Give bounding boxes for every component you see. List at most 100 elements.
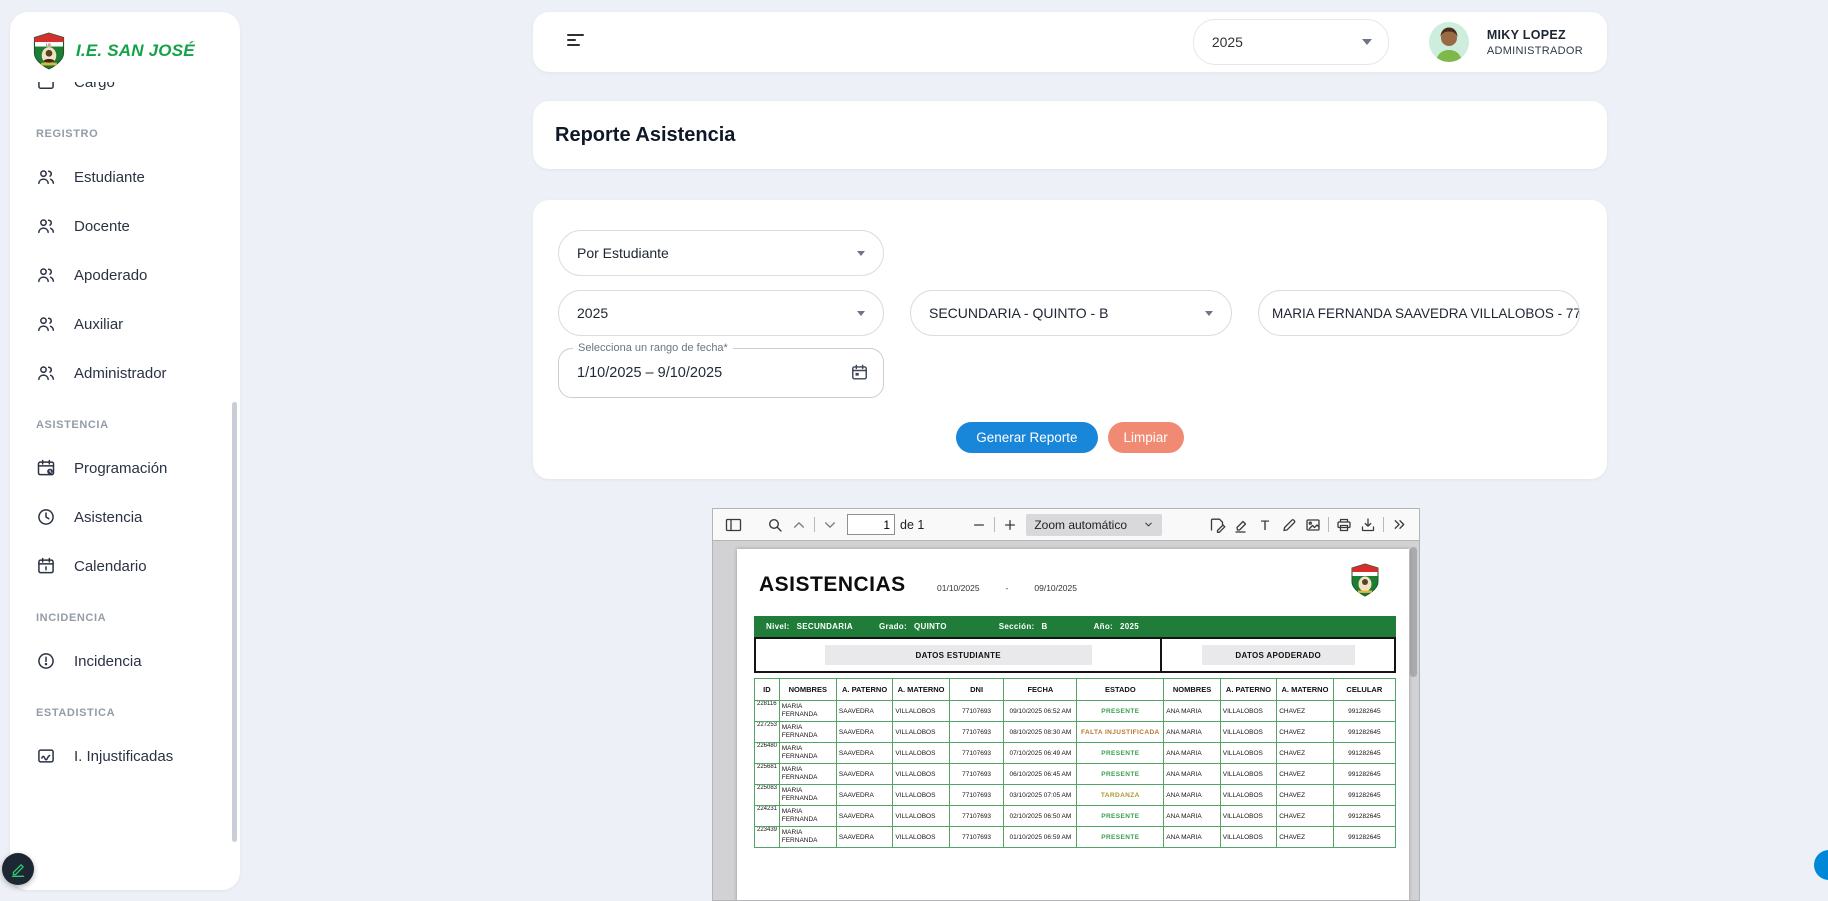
table-cell: ANA MARIA — [1164, 806, 1220, 827]
sidebar-item-calendario[interactable]: Calendario — [36, 554, 240, 578]
previous-page-icon[interactable] — [787, 513, 811, 537]
table-cell: CHAVEZ — [1277, 785, 1333, 806]
pdf-canvas-area[interactable]: ASISTENCIAS 01/10/2025 - 09/10/2025 Nive… — [713, 541, 1419, 900]
user-name: MIKY LOPEZ — [1487, 28, 1583, 42]
app-logo: I.E. I.E. SAN JOSÉ — [10, 12, 240, 70]
sidebar-item-label: Incidencia — [74, 653, 142, 670]
image-tool-icon[interactable] — [1301, 513, 1325, 537]
generate-report-button[interactable]: Generar Reporte — [956, 422, 1097, 453]
table-header-row: IDNOMBRESA. PATERNOA. MATERNODNIFECHAEST… — [755, 679, 1396, 701]
sidebar-item-estudiante[interactable]: Estudiante — [36, 165, 240, 189]
table-cell: 226480 — [755, 743, 780, 764]
table-row: 225083MARIA FERNANDASAAVEDRAVILLALOBOS77… — [755, 785, 1396, 806]
zoom-out-icon[interactable] — [967, 513, 991, 537]
table-cell: VILLALOBOS — [1220, 722, 1276, 743]
pdf-scrollbar[interactable] — [1410, 547, 1417, 677]
sidebar-item-label: Cargo — [74, 82, 115, 91]
table-cell: 224231 — [755, 806, 780, 827]
tools-menu-icon[interactable] — [1387, 513, 1411, 537]
floating-action-button[interactable] — [1814, 850, 1828, 880]
sidebar: I.E. I.E. SAN JOSÉ Cargo REGISTRO — [10, 12, 240, 890]
sidebar-item-programacion[interactable]: Programación — [36, 456, 240, 480]
table-cell: MARIA FERNANDA — [779, 743, 836, 764]
table-cell: 07/10/2025 06:49 AM — [1004, 743, 1077, 764]
svg-text:I.E.: I.E. — [46, 42, 52, 47]
sidebar-item-auxiliar[interactable]: Auxiliar — [36, 312, 240, 336]
table-cell: CHAVEZ — [1277, 827, 1333, 848]
table-cell: SAAVEDRA — [836, 743, 892, 764]
clear-button[interactable]: Limpiar — [1108, 422, 1184, 453]
highlighter-tool-icon[interactable] — [1229, 513, 1253, 537]
sidebar-item-incidencia[interactable]: Incidencia — [36, 649, 240, 673]
year-select[interactable]: 2025 — [1193, 19, 1389, 65]
sidebar-item-cargo[interactable]: Cargo — [36, 82, 240, 94]
section-select[interactable]: SECUNDARIA - QUINTO - B — [910, 290, 1232, 336]
group-header-student: DATOS ESTUDIANTE — [825, 645, 1092, 665]
draw-tool-icon[interactable] — [1277, 513, 1301, 537]
year-field-select[interactable]: 2025 — [558, 290, 884, 336]
doc-group-headers: DATOS ESTUDIANTE DATOS APODERADO — [754, 637, 1396, 673]
table-row: 225681MARIA FERNANDASAAVEDRAVILLALOBOS77… — [755, 764, 1396, 785]
search-icon[interactable] — [763, 513, 787, 537]
table-column-header: NOMBRES — [779, 679, 836, 701]
table-cell: ANA MARIA — [1164, 722, 1220, 743]
sidebar-nav: Cargo REGISTRO Estudiante Docente — [10, 82, 240, 890]
table-cell: 77107693 — [949, 701, 1004, 722]
signature-tool-icon[interactable] — [1205, 513, 1229, 537]
sidebar-toggle-icon[interactable] — [721, 513, 745, 537]
table-cell: CHAVEZ — [1277, 701, 1333, 722]
sidebar-item-label: Administrador — [74, 365, 167, 382]
title-card: Reporte Asistencia — [533, 101, 1607, 169]
table-cell: FALTA INJUSTIFICADA — [1077, 722, 1164, 743]
table-column-header: CELULAR — [1333, 679, 1395, 701]
sidebar-item-asistencia[interactable]: Asistencia — [36, 505, 240, 529]
sidebar-item-label: Apoderado — [74, 267, 147, 284]
table-cell: VILLALOBOS — [1220, 785, 1276, 806]
table-cell: VILLALOBOS — [893, 785, 949, 806]
table-cell: ANA MARIA — [1164, 785, 1220, 806]
sidebar-item-label: Asistencia — [74, 509, 142, 526]
table-cell: 225083 — [755, 785, 780, 806]
next-page-icon[interactable] — [818, 513, 842, 537]
edit-fab-button[interactable] — [2, 853, 34, 885]
avatar[interactable] — [1429, 22, 1469, 62]
text-tool-icon[interactable]: T — [1253, 513, 1277, 537]
date-range-field[interactable]: Selecciona un rango de fecha* 1/10/2025 … — [558, 348, 884, 398]
table-cell: 06/10/2025 06:45 AM — [1004, 764, 1077, 785]
download-icon[interactable] — [1356, 513, 1380, 537]
table-cell: MARIA FERNANDA — [779, 806, 836, 827]
table-cell: 02/10/2025 06:50 AM — [1004, 806, 1077, 827]
user-info[interactable]: MIKY LOPEZ ADMINISTRADOR — [1487, 28, 1583, 57]
table-cell: ANA MARIA — [1164, 827, 1220, 848]
table-cell: VILLALOBOS — [893, 722, 949, 743]
sidebar-item-injustificadas[interactable]: I. Injustificadas — [36, 744, 240, 768]
group-header-guardian: DATOS APODERADO — [1202, 645, 1355, 665]
student-input[interactable]: MARIA FERNANDA SAAVEDRA VILLALOBOS - 771… — [1258, 290, 1580, 336]
sidebar-item-docente[interactable]: Docente — [36, 214, 240, 238]
zoom-level-select[interactable]: Zoom automático — [1026, 514, 1162, 536]
table-column-header: ESTADO — [1077, 679, 1164, 701]
sidebar-item-apoderado[interactable]: Apoderado — [36, 263, 240, 287]
table-cell: 991282645 — [1333, 701, 1395, 722]
calendar-icon — [36, 556, 56, 576]
attendance-table: IDNOMBRESA. PATERNOA. MATERNODNIFECHAEST… — [754, 678, 1396, 848]
table-cell: 991282645 — [1333, 722, 1395, 743]
sidebar-item-administrador[interactable]: Administrador — [36, 361, 240, 385]
report-type-select[interactable]: Por Estudiante — [558, 230, 884, 276]
table-cell: VILLALOBOS — [1220, 701, 1276, 722]
table-row: 226480MARIA FERNANDASAAVEDRAVILLALOBOS77… — [755, 743, 1396, 764]
people-icon — [36, 167, 56, 187]
print-icon[interactable] — [1332, 513, 1356, 537]
menu-toggle-icon[interactable] — [567, 34, 584, 49]
pencil-icon — [10, 861, 27, 878]
table-row: 224231MARIA FERNANDASAAVEDRAVILLALOBOS77… — [755, 806, 1396, 827]
zoom-in-icon[interactable] — [998, 513, 1022, 537]
calendar-picker-icon[interactable] — [850, 363, 869, 382]
user-role: ADMINISTRADOR — [1487, 45, 1583, 57]
table-column-header: A. MATERNO — [893, 679, 949, 701]
section-label-incidencia: INCIDENCIA — [36, 612, 240, 624]
sidebar-scrollbar[interactable] — [232, 402, 237, 842]
table-cell: PRESENTE — [1077, 764, 1164, 785]
table-cell: 227253 — [755, 722, 780, 743]
page-number-input[interactable] — [847, 514, 895, 535]
